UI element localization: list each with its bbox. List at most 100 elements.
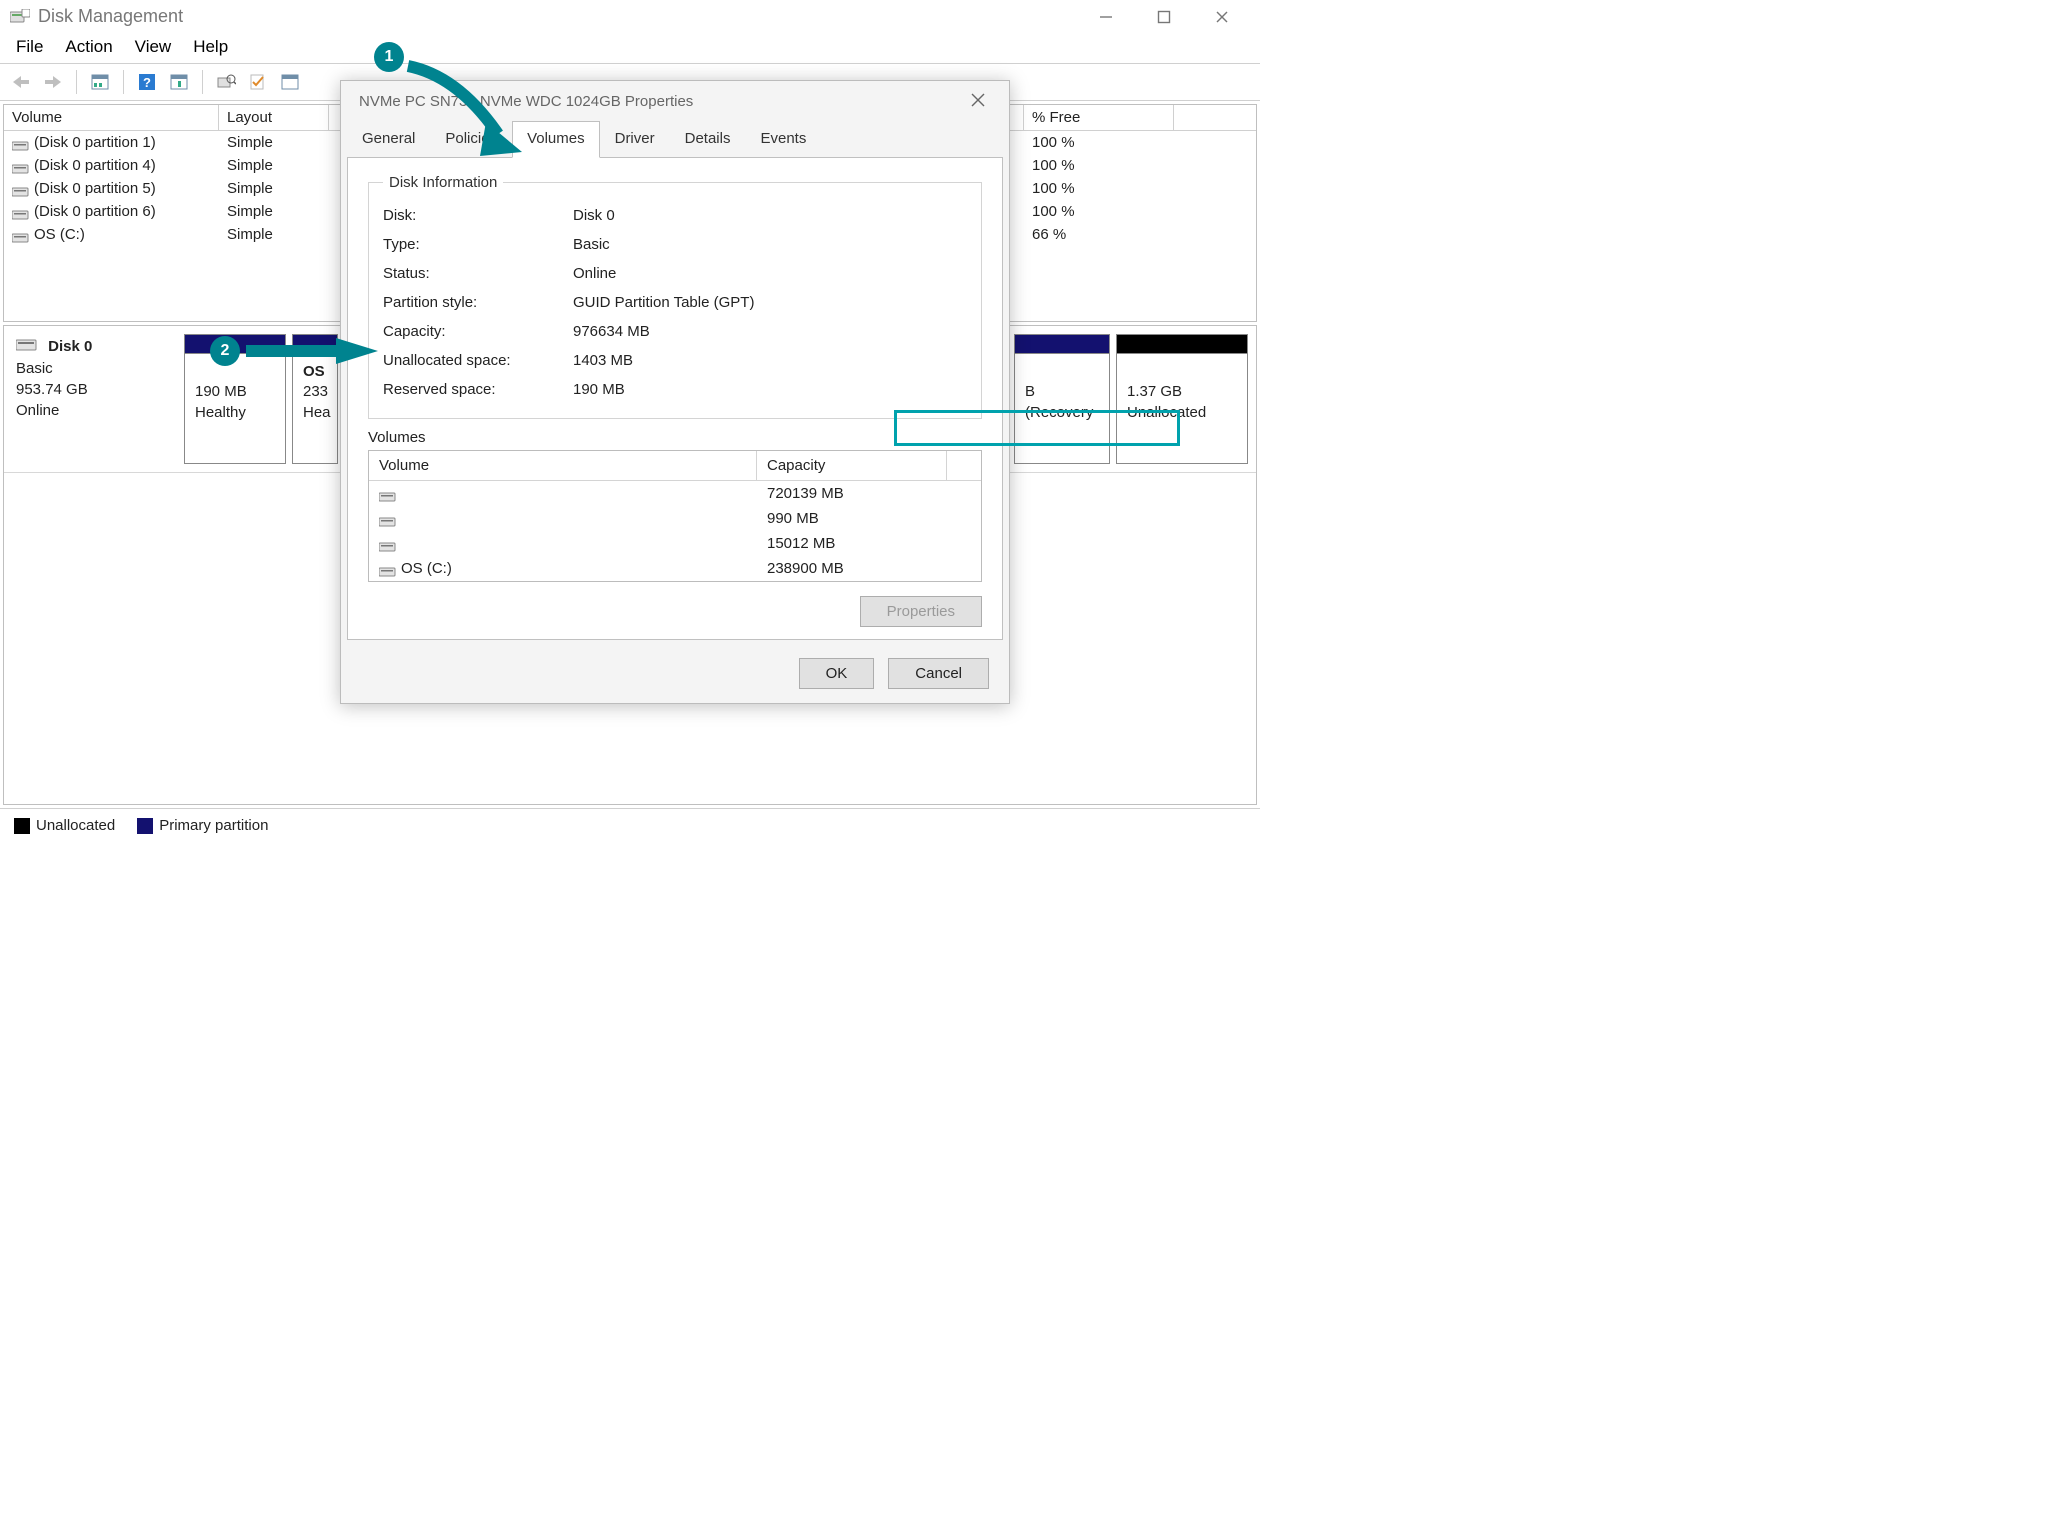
volume-layout: Simple (219, 131, 329, 154)
value-disk: Disk 0 (573, 207, 615, 224)
value-capacity: 976634 MB (573, 323, 650, 340)
dialog-close-button[interactable] (963, 91, 993, 112)
volume-free: 100 % (1024, 177, 1174, 200)
cancel-button[interactable]: Cancel (888, 658, 989, 689)
volume-free: 100 % (1024, 131, 1174, 154)
dlg-col-volume[interactable]: Volume (369, 451, 757, 480)
value-unallocated: 1403 MB (573, 352, 633, 369)
partition-size: 190 MB (195, 382, 275, 402)
disk-icon (16, 337, 38, 358)
list-item[interactable]: OS (C:)238900 MB (369, 556, 981, 581)
label-type: Type: (383, 236, 573, 253)
label-partition-style: Partition style: (383, 294, 573, 311)
disk-icon (12, 184, 30, 194)
value-status: Online (573, 265, 616, 282)
disk-icon (379, 489, 397, 499)
close-button[interactable] (1202, 10, 1242, 24)
legend-primary: Primary partition (159, 817, 268, 834)
tab-details[interactable]: Details (670, 121, 746, 158)
label-disk: Disk: (383, 207, 573, 224)
disk-icon (379, 564, 397, 574)
help-icon[interactable]: ? (134, 69, 160, 95)
app-icon (10, 9, 30, 25)
dlg-volume-capacity: 720139 MB (757, 481, 981, 506)
dlg-volume-capacity: 238900 MB (757, 556, 981, 581)
menu-file[interactable]: File (16, 37, 43, 57)
toolbar-icon-2[interactable] (166, 69, 192, 95)
value-type: Basic (573, 236, 610, 253)
disk-icon (12, 230, 30, 240)
volume-name: OS (C:) (34, 226, 85, 243)
col-end (1174, 105, 1256, 130)
back-button[interactable] (8, 69, 34, 95)
swatch-unallocated (14, 818, 30, 834)
partition-status: Hea (303, 403, 327, 423)
app-title: Disk Management (38, 6, 183, 27)
volume-layout: Simple (219, 223, 329, 246)
volume-name: (Disk 0 partition 6) (34, 203, 156, 220)
disk-name: Disk 0 (48, 338, 92, 355)
partition-stripe (1117, 335, 1247, 353)
highlight-partition-style (894, 410, 1180, 446)
dlg-volume-capacity: 15012 MB (757, 531, 981, 556)
value-partition-style: GUID Partition Table (GPT) (573, 294, 754, 311)
list-item[interactable]: 15012 MB (369, 531, 981, 556)
dialog-volume-list[interactable]: Volume Capacity 720139 MB990 MB15012 MBO… (368, 450, 982, 582)
col-layout[interactable]: Layout (219, 105, 329, 130)
toolbar-icon-1[interactable] (87, 69, 113, 95)
menu-view[interactable]: View (135, 37, 172, 57)
titlebar: Disk Management (0, 0, 1260, 31)
volume-layout: Simple (219, 200, 329, 223)
value-reserved: 190 MB (573, 381, 625, 398)
menubar: File Action View Help (0, 31, 1260, 63)
disk-icon (12, 138, 30, 148)
forward-button[interactable] (40, 69, 66, 95)
volume-free: 66 % (1024, 223, 1174, 246)
list-item[interactable]: 720139 MB (369, 481, 981, 506)
menu-action[interactable]: Action (65, 37, 112, 57)
toolbar-icon-4[interactable] (245, 69, 271, 95)
disk-icon (12, 161, 30, 171)
minimize-button[interactable] (1086, 10, 1126, 24)
label-reserved: Reserved space: (383, 381, 573, 398)
partition-size: 1.37 GB (1127, 382, 1237, 402)
partition-size: B (1025, 382, 1099, 402)
group-label: Disk Information (383, 174, 503, 191)
disk-type: Basic (16, 360, 53, 377)
disk-icon (379, 514, 397, 524)
menu-help[interactable]: Help (193, 37, 228, 57)
label-unallocated: Unallocated space: (383, 352, 573, 369)
volume-layout: Simple (219, 154, 329, 177)
partition-size: 233 (303, 382, 327, 402)
tab-events[interactable]: Events (745, 121, 821, 158)
ok-button[interactable]: OK (799, 658, 875, 689)
tab-driver[interactable]: Driver (600, 121, 670, 158)
volume-name: (Disk 0 partition 5) (34, 180, 156, 197)
col-free[interactable]: % Free (1024, 105, 1174, 130)
swatch-primary (137, 818, 153, 834)
maximize-button[interactable] (1144, 10, 1184, 24)
toolbar-icon-5[interactable] (277, 69, 303, 95)
properties-button: Properties (860, 596, 982, 627)
volume-name: (Disk 0 partition 1) (34, 134, 156, 151)
disk-size: 953.74 GB (16, 381, 88, 398)
partition-status: Healthy (195, 403, 275, 423)
disk-info[interactable]: Disk 0 Basic 953.74 GB Online (4, 326, 184, 472)
partition-stripe (1015, 335, 1109, 353)
dlg-col-capacity[interactable]: Capacity (757, 451, 947, 480)
disk-status: Online (16, 402, 59, 419)
volume-free: 100 % (1024, 154, 1174, 177)
disk-icon (379, 539, 397, 549)
volume-layout: Simple (219, 177, 329, 200)
toolbar-icon-3[interactable] (213, 69, 239, 95)
volume-name: (Disk 0 partition 4) (34, 157, 156, 174)
list-item[interactable]: 990 MB (369, 506, 981, 531)
label-capacity: Capacity: (383, 323, 573, 340)
disk-icon (12, 207, 30, 217)
col-volume[interactable]: Volume (4, 105, 219, 130)
legend-unallocated: Unallocated (36, 817, 115, 834)
callout-1-arrow (398, 56, 528, 166)
svg-text:?: ? (143, 75, 151, 90)
volumes-label: Volumes (368, 429, 982, 446)
disk-information-group: Disk Information Disk:Disk 0 Type:Basic … (368, 174, 982, 419)
